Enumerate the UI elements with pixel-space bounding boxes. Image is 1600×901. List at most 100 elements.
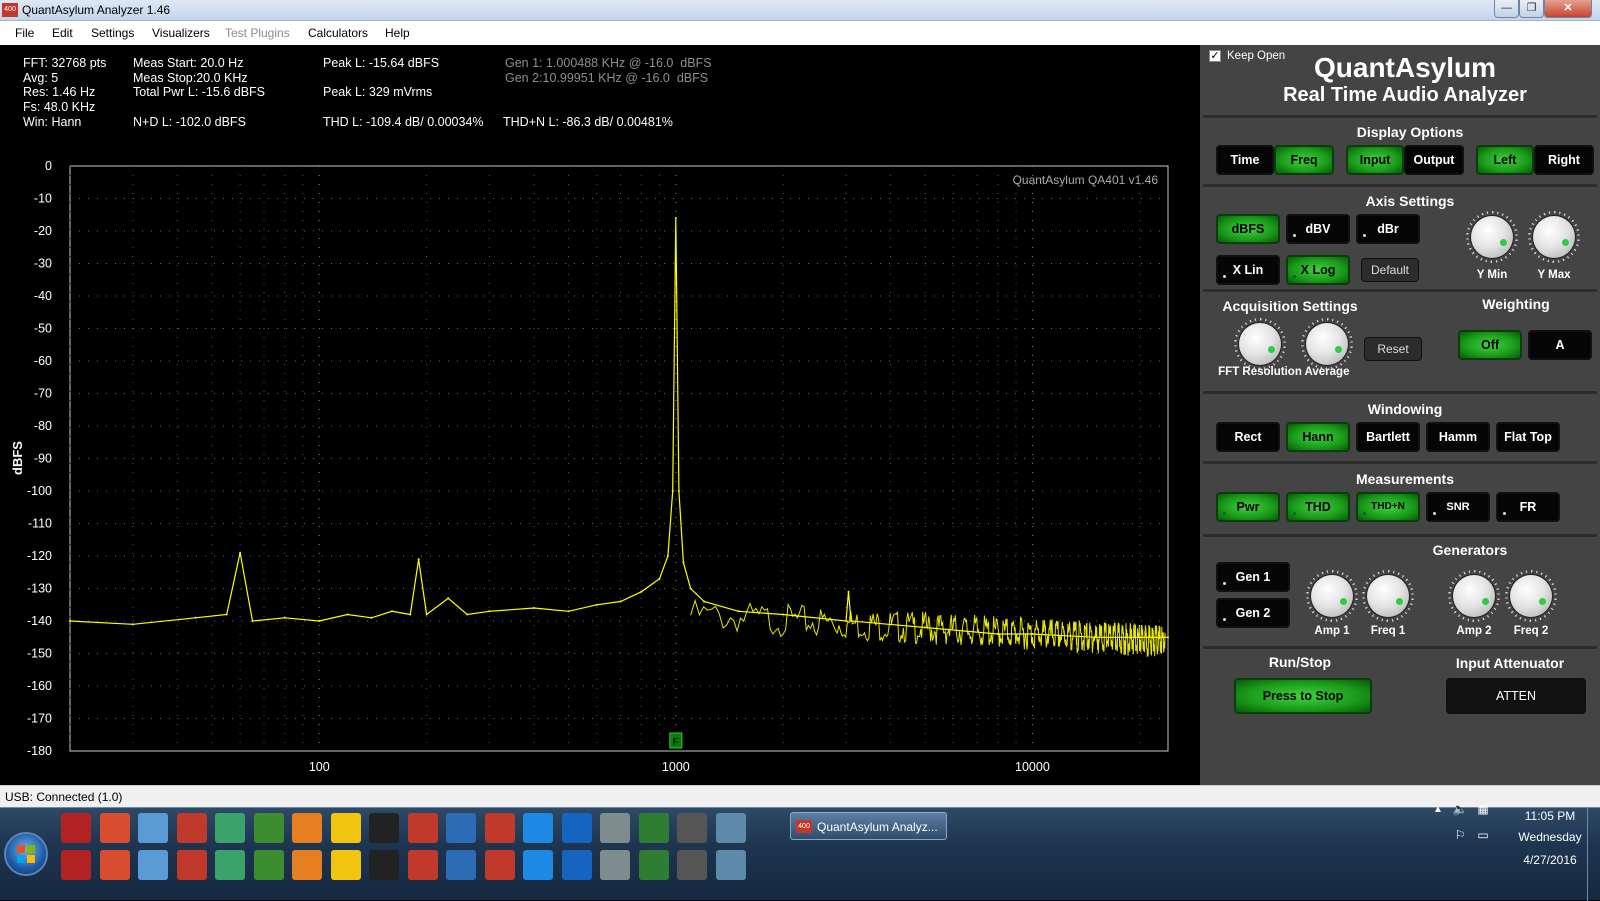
taskbar-window-button[interactable]: 400 QuantAsylum Analyz... xyxy=(790,812,947,840)
menu-edit[interactable]: Edit xyxy=(52,26,73,40)
amp1-knob[interactable] xyxy=(1311,575,1353,617)
cmd-icon[interactable] xyxy=(369,813,399,843)
gen1-button[interactable]: Gen 1 xyxy=(1216,562,1290,592)
freq-button[interactable]: Freq xyxy=(1274,145,1334,175)
thd-button[interactable]: THD xyxy=(1286,492,1350,522)
amp2-knob[interactable] xyxy=(1453,575,1495,617)
show-desktop-button[interactable] xyxy=(1587,808,1600,901)
fr-button[interactable]: FR xyxy=(1496,492,1560,522)
greenshot-icon[interactable] xyxy=(253,813,284,843)
teamviewer-icon[interactable] xyxy=(523,813,553,843)
ltspice-icon[interactable] xyxy=(215,850,245,880)
data-point xyxy=(671,490,674,492)
y-min-knob[interactable] xyxy=(1471,216,1513,258)
game-icon[interactable] xyxy=(446,850,476,880)
tools-icon[interactable] xyxy=(215,813,245,843)
calculator-icon[interactable] xyxy=(715,813,746,843)
duck-icon[interactable] xyxy=(330,813,361,843)
splash-icon[interactable] xyxy=(99,850,130,880)
average-knob[interactable] xyxy=(1306,323,1348,365)
action-center-icon[interactable]: ⚐ xyxy=(1452,828,1468,842)
output-button[interactable]: Output xyxy=(1404,145,1464,175)
volume-icon[interactable]: 🔈 xyxy=(1452,802,1468,816)
clock-time[interactable]: 11:05 PM xyxy=(1500,809,1600,823)
pdf-icon[interactable] xyxy=(99,813,130,843)
folder-icon[interactable] xyxy=(561,850,592,880)
eagle-icon[interactable] xyxy=(484,813,515,843)
menu-calculators[interactable]: Calculators xyxy=(308,26,368,40)
acrobat-icon[interactable] xyxy=(61,813,91,843)
atten-button[interactable]: ATTEN xyxy=(1446,678,1586,714)
start-button[interactable] xyxy=(6,834,46,874)
word-icon[interactable] xyxy=(369,850,399,880)
default-button[interactable]: Default xyxy=(1361,258,1419,282)
weighting-a-button[interactable]: A xyxy=(1528,330,1592,360)
record-icon[interactable] xyxy=(523,850,553,880)
bartlett-window-button[interactable]: Bartlett xyxy=(1356,422,1420,452)
dbv-button[interactable]: dBV xyxy=(1286,214,1350,244)
display-icon[interactable]: ▭ xyxy=(1475,828,1491,842)
calendar-icon[interactable] xyxy=(407,850,438,880)
weighting-off-button[interactable]: Off xyxy=(1458,330,1522,360)
freq1-knob[interactable] xyxy=(1367,575,1409,617)
y-max-knob[interactable] xyxy=(1533,216,1575,258)
remote-icon[interactable] xyxy=(484,850,515,880)
fft-resolution-knob[interactable] xyxy=(1239,323,1281,365)
x-log-button[interactable]: X Log xyxy=(1286,255,1350,285)
ie-icon[interactable] xyxy=(176,850,207,880)
reset-button[interactable]: Reset xyxy=(1364,337,1422,361)
menu-visualizers[interactable]: Visualizers xyxy=(152,26,210,40)
dbfs-button[interactable]: dBFS xyxy=(1216,214,1280,244)
show-hidden-icons[interactable]: ▲ xyxy=(1431,804,1445,815)
freq2-knob[interactable] xyxy=(1510,575,1552,617)
restore-button[interactable]: ❐ xyxy=(1519,0,1544,18)
flat-top-window-button[interactable]: Flat Top xyxy=(1496,422,1560,452)
menu-file[interactable]: File xyxy=(15,26,34,40)
knob-led xyxy=(1500,239,1507,246)
doc-icon[interactable] xyxy=(600,813,630,843)
maps-icon[interactable] xyxy=(715,850,746,880)
input-button[interactable]: Input xyxy=(1346,145,1404,175)
divider xyxy=(1203,461,1597,464)
outlook-icon[interactable] xyxy=(292,850,322,880)
network-tray-icon[interactable]: ▦ xyxy=(1475,802,1491,816)
dbr-button[interactable]: dBr xyxy=(1356,214,1420,244)
snr-button[interactable]: SNR xyxy=(1426,492,1490,522)
kindle-icon[interactable] xyxy=(138,850,168,880)
keep-open-checkbox[interactable]: ✓ xyxy=(1209,50,1221,62)
hamm-window-button[interactable]: Hamm xyxy=(1426,422,1490,452)
time-button[interactable]: Time xyxy=(1216,145,1274,175)
printer-icon[interactable] xyxy=(677,813,707,843)
firefox-icon[interactable] xyxy=(677,850,707,880)
hann-window-button[interactable]: Hann xyxy=(1286,422,1350,452)
viewer-icon[interactable] xyxy=(330,850,361,880)
pwr-button[interactable]: Pwr xyxy=(1216,492,1280,522)
wifi-icon[interactable] xyxy=(61,850,91,880)
camera-icon[interactable] xyxy=(638,850,669,880)
minimize-button[interactable]: — xyxy=(1494,0,1519,18)
network-icon[interactable] xyxy=(138,813,168,843)
fc-icon[interactable] xyxy=(561,813,592,843)
right-channel-button[interactable]: Right xyxy=(1534,145,1594,175)
winrar-icon[interactable] xyxy=(600,850,630,880)
chrome-icon[interactable] xyxy=(638,813,669,843)
menu-test-plugins[interactable]: Test Plugins xyxy=(225,26,290,40)
cpu64-icon[interactable] xyxy=(176,813,207,843)
thdn-button[interactable]: THD+N xyxy=(1356,492,1420,522)
clock-date: 4/27/2016 xyxy=(1523,853,1577,867)
rocket-icon[interactable] xyxy=(292,813,322,843)
y-tick-label: 0 xyxy=(45,159,52,173)
app-icon[interactable] xyxy=(407,813,438,843)
close-button[interactable]: ✕ xyxy=(1544,0,1592,18)
explorer-icon[interactable] xyxy=(446,813,476,843)
y-tick-label: -80 xyxy=(34,419,52,433)
excel-icon[interactable] xyxy=(253,850,284,880)
left-channel-button[interactable]: Left xyxy=(1476,145,1534,175)
rect-window-button[interactable]: Rect xyxy=(1216,422,1280,452)
gen2-button[interactable]: Gen 2 xyxy=(1216,598,1290,628)
x-lin-button[interactable]: X Lin xyxy=(1216,255,1280,285)
press-to-stop-button[interactable]: Press to Stop xyxy=(1234,678,1372,714)
y-tick-label: -40 xyxy=(34,289,52,303)
menu-settings[interactable]: Settings xyxy=(91,26,134,40)
menu-help[interactable]: Help xyxy=(385,26,410,40)
